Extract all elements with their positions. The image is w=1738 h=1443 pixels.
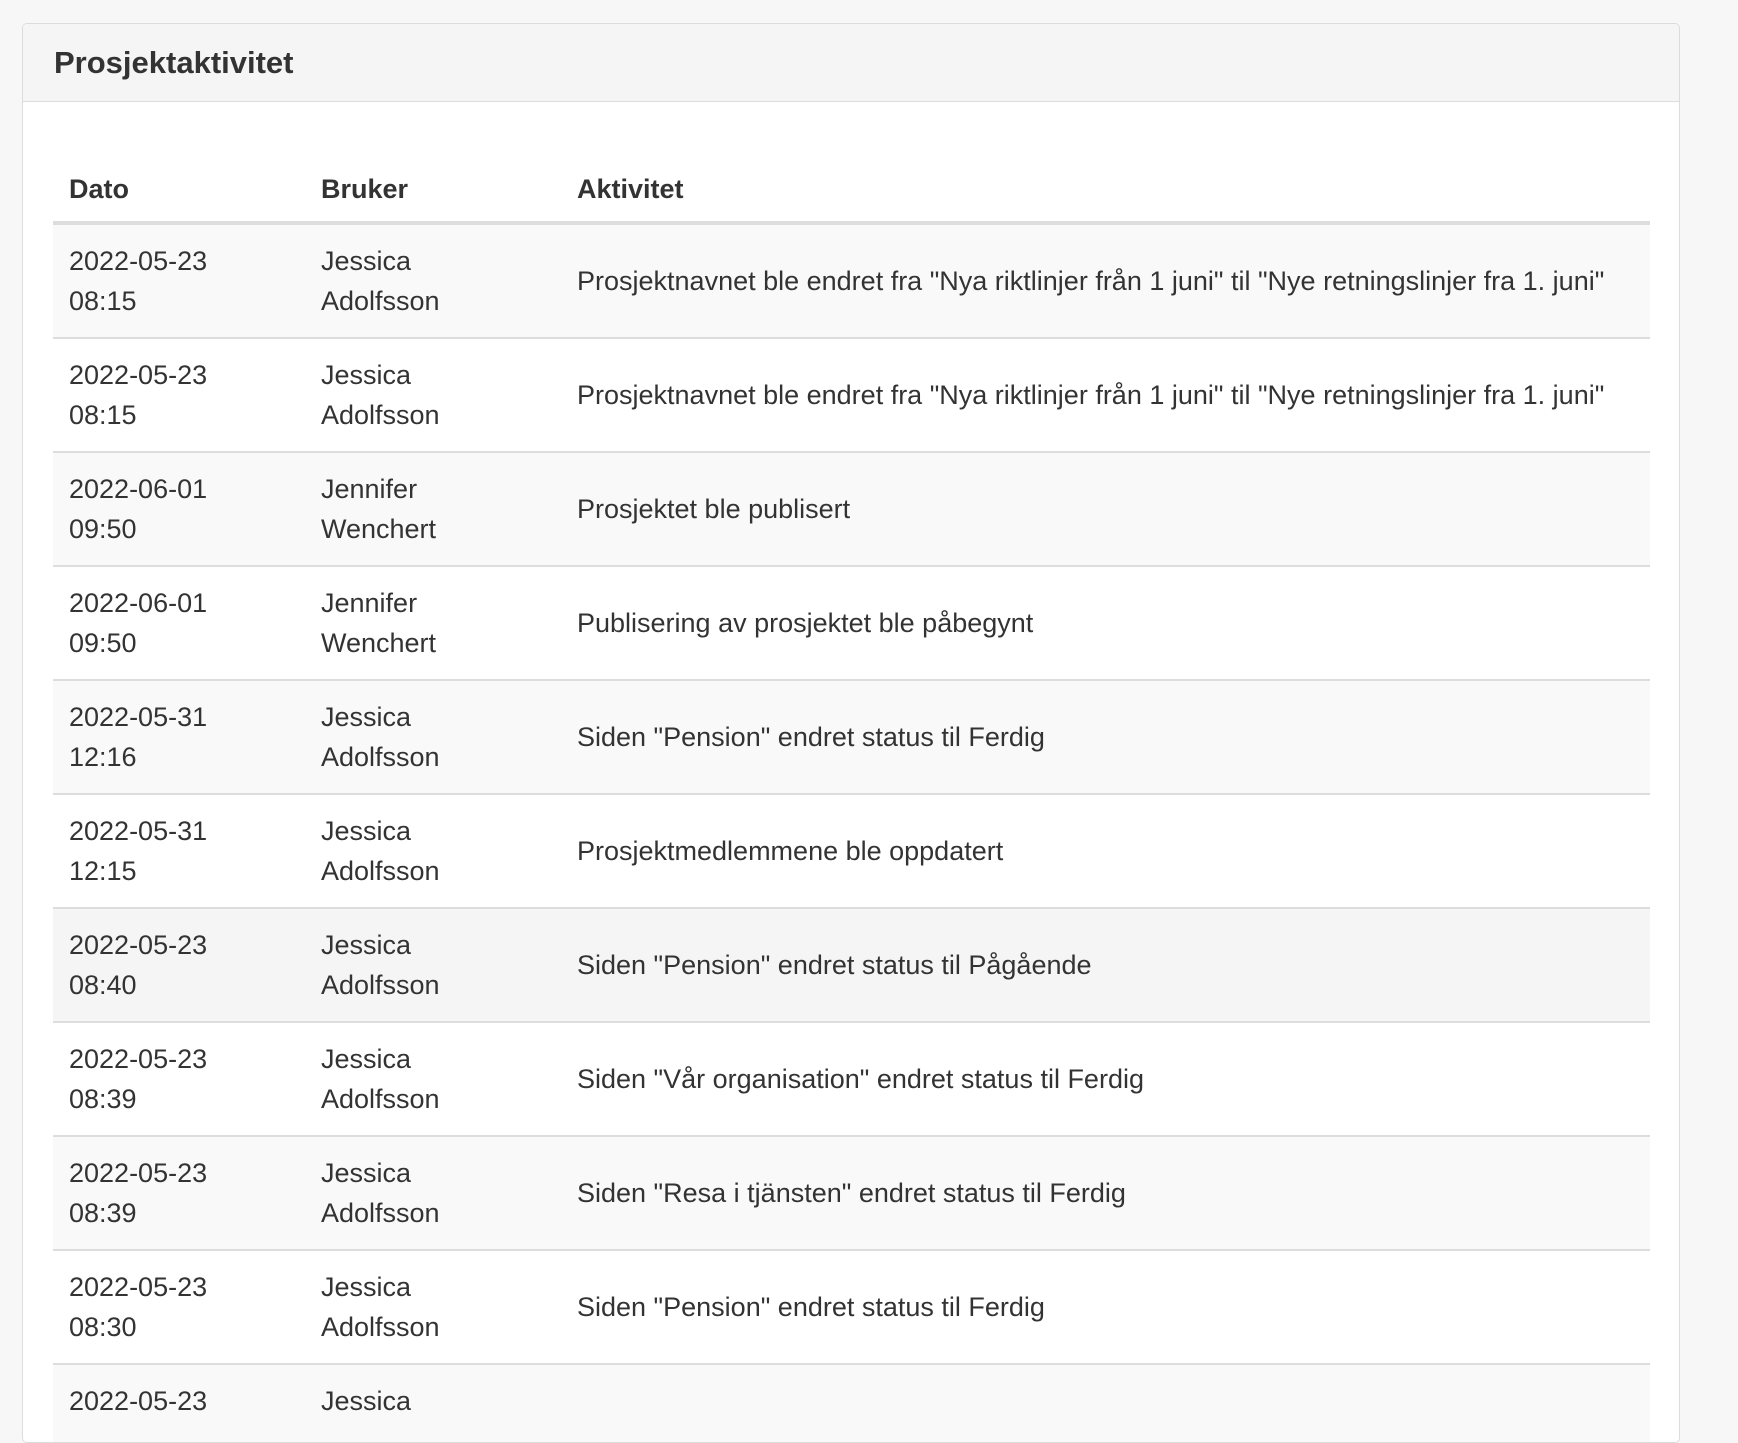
user-first-name: Jennifer bbox=[321, 474, 418, 504]
cell-activity: Siden "Resa i tjänsten" endret status ti… bbox=[561, 1136, 1650, 1251]
date-value: 2022-05-23 bbox=[69, 1272, 208, 1302]
table-row: 2022-05-23 08:15 Jessica Adolfsson Prosjektn… bbox=[53, 223, 1650, 339]
time-value: 12:15 bbox=[69, 856, 137, 886]
cell-user: Jessica bbox=[305, 1364, 561, 1442]
column-header-user[interactable]: Bruker bbox=[305, 169, 561, 225]
cell-user: Jessica Adolfsson bbox=[305, 223, 561, 339]
table-header: Dato Bruker Aktivitet bbox=[53, 169, 1650, 225]
cell-activity: Siden "Pension" endret status til Ferdig bbox=[561, 680, 1650, 795]
cell-activity: Siden "Pension" endret status til Pågåen… bbox=[561, 908, 1650, 1023]
cell-user: Jessica Adolfsson bbox=[305, 1022, 561, 1137]
date-value: 2022-05-23 bbox=[69, 1044, 208, 1074]
user-last-name: Adolfsson bbox=[321, 742, 440, 772]
date-value: 2022-05-23 bbox=[69, 1386, 208, 1416]
cell-date: 2022-05-23 08:39 bbox=[53, 1136, 305, 1251]
table-row: 2022-05-23 08:30 Jessica Adolfsson Siden "Pe… bbox=[53, 1250, 1650, 1365]
date-value: 2022-06-01 bbox=[69, 474, 208, 504]
column-header-activity[interactable]: Aktivitet bbox=[561, 169, 1650, 225]
user-first-name: Jessica bbox=[321, 1272, 412, 1302]
date-value: 2022-05-31 bbox=[69, 702, 208, 732]
date-value: 2022-05-23 bbox=[69, 360, 208, 390]
table-row: 2022-05-23 08:40 Jessica Adolfsson Siden "Pe… bbox=[53, 908, 1650, 1023]
cell-user: Jessica Adolfsson bbox=[305, 908, 561, 1023]
user-last-name: Adolfsson bbox=[321, 1198, 440, 1228]
cell-activity: Publisering av prosjektet ble påbegynt bbox=[561, 566, 1650, 681]
panel-title: Prosjektaktivitet bbox=[54, 44, 294, 80]
cell-user: Jessica Adolfsson bbox=[305, 680, 561, 795]
date-value: 2022-05-31 bbox=[69, 816, 208, 846]
cell-user: Jennifer Wenchert bbox=[305, 566, 561, 681]
time-value: 09:50 bbox=[69, 514, 137, 544]
user-last-name: Adolfsson bbox=[321, 286, 440, 316]
cell-date: 2022-05-31 12:15 bbox=[53, 794, 305, 909]
user-last-name: Adolfsson bbox=[321, 400, 440, 430]
user-last-name: Adolfsson bbox=[321, 970, 440, 1000]
project-activity-panel: Prosjektaktivitet Dato Bruker Aktivitet … bbox=[22, 23, 1680, 1443]
time-value: 08:40 bbox=[69, 970, 137, 1000]
table-row: 2022-05-23 08:15 Jessica Adolfsson Prosjektn… bbox=[53, 338, 1650, 453]
table-row: 2022-05-31 12:16 Jessica Adolfsson Siden "Pe… bbox=[53, 680, 1650, 795]
panel-heading: Prosjektaktivitet bbox=[23, 24, 1679, 102]
cell-date: 2022-05-23 08:40 bbox=[53, 908, 305, 1023]
user-first-name: Jessica bbox=[321, 930, 412, 960]
user-last-name: Wenchert bbox=[321, 628, 437, 658]
date-value: 2022-05-23 bbox=[69, 1158, 208, 1188]
user-last-name: Adolfsson bbox=[321, 1312, 440, 1342]
user-first-name: Jessica bbox=[321, 702, 412, 732]
table-row: 2022-05-23 Jessica bbox=[53, 1364, 1650, 1442]
cell-activity: Prosjektnavnet ble endret fra "Nya riktl… bbox=[561, 338, 1650, 453]
time-value: 08:30 bbox=[69, 1312, 137, 1342]
user-first-name: Jennifer bbox=[321, 588, 418, 618]
cell-date: 2022-06-01 09:50 bbox=[53, 452, 305, 567]
cell-activity: Prosjektnavnet ble endret fra "Nya riktl… bbox=[561, 223, 1650, 339]
time-value: 08:39 bbox=[69, 1084, 137, 1114]
date-value: 2022-05-23 bbox=[69, 930, 208, 960]
time-value: 08:39 bbox=[69, 1198, 137, 1228]
table-row: 2022-05-23 08:39 Jessica Adolfsson Siden "Vå… bbox=[53, 1022, 1650, 1137]
cell-activity bbox=[561, 1364, 1650, 1442]
cell-user: Jennifer Wenchert bbox=[305, 452, 561, 567]
cell-date: 2022-05-23 08:39 bbox=[53, 1022, 305, 1137]
cell-activity: Siden "Vår organisation" endret status t… bbox=[561, 1022, 1650, 1137]
cell-date: 2022-05-23 08:30 bbox=[53, 1250, 305, 1365]
time-value: 08:15 bbox=[69, 286, 137, 316]
column-header-date[interactable]: Dato bbox=[53, 169, 305, 225]
table-row: 2022-06-01 09:50 Jennifer Wenchert Prosjekte… bbox=[53, 452, 1650, 567]
cell-date: 2022-05-31 12:16 bbox=[53, 680, 305, 795]
user-first-name: Jessica bbox=[321, 246, 412, 276]
user-first-name: Jessica bbox=[321, 816, 412, 846]
cell-activity: Prosjektmedlemmene ble oppdatert bbox=[561, 794, 1650, 909]
user-last-name: Wenchert bbox=[321, 514, 437, 544]
user-first-name: Jessica bbox=[321, 360, 412, 390]
user-first-name: Jessica bbox=[321, 1158, 412, 1188]
table-row: 2022-06-01 09:50 Jennifer Wenchert Publiseri… bbox=[53, 566, 1650, 681]
cell-date: 2022-05-23 08:15 bbox=[53, 338, 305, 453]
cell-user: Jessica Adolfsson bbox=[305, 794, 561, 909]
date-value: 2022-06-01 bbox=[69, 588, 208, 618]
cell-date: 2022-05-23 08:15 bbox=[53, 223, 305, 339]
cell-user: Jessica Adolfsson bbox=[305, 1250, 561, 1365]
table-row: 2022-05-23 08:39 Jessica Adolfsson Siden "Re… bbox=[53, 1136, 1650, 1251]
user-first-name: Jessica bbox=[321, 1386, 412, 1416]
table-body: 2022-05-23 08:15 Jessica Adolfsson Prosjektn… bbox=[53, 223, 1650, 1442]
time-value: 09:50 bbox=[69, 628, 137, 658]
time-value: 12:16 bbox=[69, 742, 137, 772]
user-last-name: Adolfsson bbox=[321, 856, 440, 886]
table-row: 2022-05-31 12:15 Jessica Adolfsson Prosjektm… bbox=[53, 794, 1650, 909]
user-last-name: Adolfsson bbox=[321, 1084, 440, 1114]
cell-user: Jessica Adolfsson bbox=[305, 338, 561, 453]
time-value: 08:15 bbox=[69, 400, 137, 430]
header-row: Dato Bruker Aktivitet bbox=[53, 169, 1650, 225]
panel-body: Dato Bruker Aktivitet 2022-05-23 08:15 Jes… bbox=[23, 169, 1679, 1442]
user-first-name: Jessica bbox=[321, 1044, 412, 1074]
cell-user: Jessica Adolfsson bbox=[305, 1136, 561, 1251]
cell-activity: Prosjektet ble publisert bbox=[561, 452, 1650, 567]
cell-date: 2022-05-23 bbox=[53, 1364, 305, 1442]
cell-date: 2022-06-01 09:50 bbox=[53, 566, 305, 681]
date-value: 2022-05-23 bbox=[69, 246, 208, 276]
cell-activity: Siden "Pension" endret status til Ferdig bbox=[561, 1250, 1650, 1365]
activity-table: Dato Bruker Aktivitet 2022-05-23 08:15 Jes… bbox=[53, 169, 1650, 1442]
